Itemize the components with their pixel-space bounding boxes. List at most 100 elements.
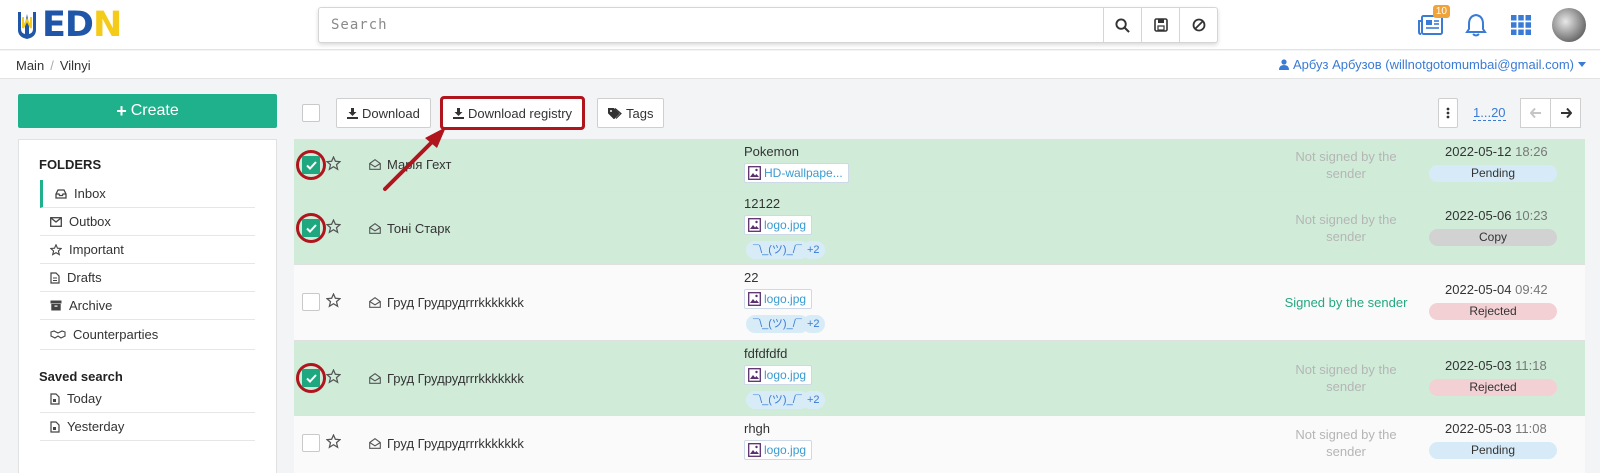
more-tags-chip[interactable]: +2 (802, 241, 825, 259)
message-sender[interactable]: Груд Грудрудrrrkkkkkkk (387, 295, 524, 310)
image-file-icon (748, 368, 761, 382)
user-name: Арбуз Арбузов (willnotgotomumbai@gmail.c… (1292, 57, 1574, 72)
page-range[interactable]: 1...20 (1473, 106, 1506, 121)
profile-button[interactable] (1552, 8, 1586, 42)
signature-status: Not signed by the sender (1295, 362, 1397, 394)
download-icon (347, 107, 358, 119)
sidebar-item-drafts[interactable]: Drafts (40, 264, 255, 292)
row-checkbox[interactable] (302, 434, 320, 452)
table-row[interactable]: Груд Грудрудrrrkkkkkkk 22 logo.jpg ¯\_(ツ… (294, 265, 1585, 341)
star-icon[interactable] (326, 369, 341, 384)
sidebar-item-counterparties[interactable]: Counterparties (40, 320, 255, 350)
row-checkbox[interactable] (302, 156, 320, 174)
more-tags-chip[interactable]: +2 (802, 391, 825, 409)
handshake-icon (50, 330, 66, 339)
clear-search-button[interactable] (1179, 8, 1217, 42)
download-button[interactable]: Download (336, 98, 431, 128)
breadcrumb-main[interactable]: Main (16, 58, 44, 73)
tags-button[interactable]: Tags (597, 98, 665, 128)
sidebar-item-archive[interactable]: Archive (40, 292, 255, 320)
file-icon (50, 420, 60, 433)
search-input[interactable] (319, 8, 1103, 42)
row-checkbox[interactable] (302, 219, 320, 237)
signature-status: Signed by the sender (1284, 295, 1408, 310)
next-page-button[interactable] (1550, 98, 1581, 128)
row-checkbox[interactable] (302, 293, 320, 311)
create-label: Create (130, 102, 179, 119)
user-menu[interactable]: Арбуз Арбузов (willnotgotomumbai@gmail.c… (1278, 57, 1586, 72)
sidebar-item-inbox[interactable]: Inbox (40, 180, 255, 208)
message-subject[interactable]: Pokemon (744, 144, 799, 159)
attachment-chip[interactable]: logo.jpg (744, 289, 813, 309)
caret-down-icon (1578, 62, 1586, 67)
attachment-chip[interactable]: logo.jpg (744, 215, 813, 235)
message-sender[interactable]: Груд Грудрудrrrkkkkkkk (387, 436, 524, 451)
message-list: Марія Гехт Pokemon HD-wallpape... Not si… (294, 139, 1585, 473)
status-badge: Rejected (1429, 379, 1557, 396)
save-search-button[interactable] (1141, 8, 1179, 42)
message-date: 2022-05-04 09:42 (1445, 282, 1548, 297)
message-subject[interactable]: 22 (744, 270, 758, 285)
notifications-button[interactable] (1459, 8, 1493, 42)
select-all-checkbox[interactable] (302, 104, 320, 122)
create-button[interactable]: + Create (18, 94, 277, 128)
message-subject[interactable]: 12122 (744, 196, 780, 211)
attachment-chip[interactable]: HD-wallpape... (744, 163, 849, 183)
sidebar-item-label: Yesterday (67, 419, 125, 434)
attachment-chip[interactable]: logo.jpg (744, 365, 813, 385)
star-icon[interactable] (326, 434, 341, 449)
sidebar-item-outbox[interactable]: Outbox (40, 208, 255, 236)
user-icon (1278, 59, 1289, 70)
attachment-name: logo.jpg (764, 292, 807, 306)
message-subject[interactable]: rhgh (744, 421, 770, 436)
folders-heading: FOLDERS (39, 157, 102, 172)
tag-chip[interactable]: ¯\_(ツ)_/¯ (746, 241, 809, 259)
table-row[interactable]: Груд Грудрудrrrkkkkkkk fdfdfdfd logo.jpg… (294, 341, 1585, 416)
plus-icon: + (116, 101, 127, 121)
sidebar-item-label: Archive (69, 298, 113, 313)
status-badge: Copy (1429, 229, 1557, 246)
table-row[interactable]: Марія Гехт Pokemon HD-wallpape... Not si… (294, 139, 1585, 192)
star-icon[interactable] (326, 156, 341, 171)
tag-chip[interactable]: ¯\_(ツ)_/¯ (746, 315, 809, 333)
image-file-icon (748, 443, 761, 457)
breadcrumb: Main / Vilnyi (16, 58, 91, 73)
star-icon[interactable] (326, 293, 341, 308)
download-label: Download (362, 105, 420, 121)
sidebar-item-label: Inbox (74, 186, 106, 201)
breadcrumb-bar: Main / Vilnyi Арбуз Арбузов (willnotgotomu… (0, 51, 1600, 79)
saved-search-yesterday[interactable]: Yesterday (40, 413, 255, 441)
tag-chip[interactable]: ¯\_(ツ)_/¯ (746, 391, 809, 409)
attachment-chip[interactable]: logo.jpg (744, 440, 813, 460)
envelope-open-icon (369, 159, 381, 170)
breadcrumb-current: Vilnyi (59, 58, 91, 73)
search-button[interactable] (1103, 8, 1141, 42)
row-checkbox[interactable] (302, 369, 320, 387)
news-button[interactable]: 10 (1414, 5, 1450, 42)
table-row[interactable]: Груд Грудрудrrrkkkkkkk rhgh logo.jpg Not… (294, 416, 1585, 473)
status-badge: Rejected (1429, 303, 1557, 320)
envelope-open-icon (369, 297, 381, 308)
arrow-right-icon (1560, 108, 1572, 118)
message-subject[interactable]: fdfdfdfd (744, 346, 787, 361)
download-registry-button[interactable]: Download registry (439, 96, 586, 130)
star-icon[interactable] (326, 219, 341, 234)
more-tags-chip[interactable]: +2 (802, 315, 825, 333)
search-bar (318, 7, 1218, 43)
edin-logo[interactable]: EDN (16, 8, 122, 43)
sidebar-item-label: Drafts (67, 270, 102, 285)
table-row[interactable]: Тоні Старк 12122 logo.jpg ¯\_(ツ)_/¯ +2 N… (294, 192, 1585, 265)
bell-icon (1465, 13, 1487, 37)
list-options-button[interactable] (1438, 98, 1458, 128)
previous-page-button[interactable] (1520, 98, 1551, 128)
message-sender[interactable]: Тоні Старк (387, 221, 450, 236)
apps-menu-button[interactable] (1504, 8, 1538, 42)
message-sender[interactable]: Груд Грудрудrrrkkkkkkk (387, 371, 524, 386)
avatar (1552, 8, 1586, 42)
signature-status: Not signed by the sender (1295, 149, 1397, 181)
sidebar-item-important[interactable]: Important (40, 236, 255, 264)
message-date: 2022-05-03 11:18 (1445, 358, 1547, 373)
saved-search-today[interactable]: Today (40, 385, 255, 413)
message-sender[interactable]: Марія Гехт (387, 157, 451, 172)
file-icon (50, 271, 60, 284)
